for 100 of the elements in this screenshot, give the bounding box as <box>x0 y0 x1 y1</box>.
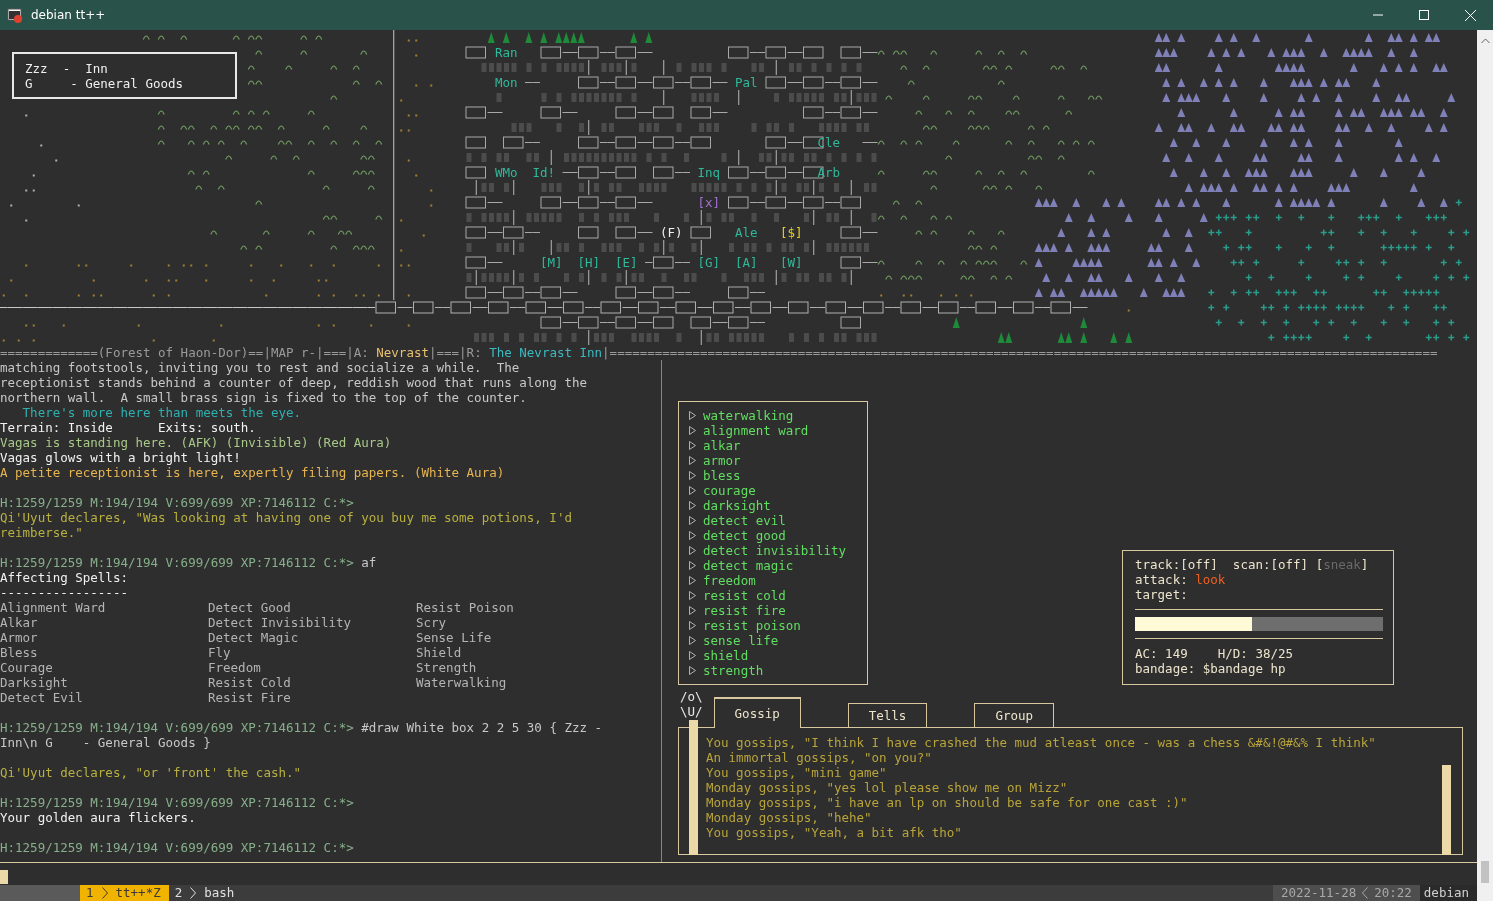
spell-item: bless <box>703 468 741 483</box>
window-tab[interactable]: 2 bash <box>168 885 243 901</box>
bullet-icon <box>689 426 696 435</box>
prompt-line: H:1259/1259 M:194/194 V:699/699 XP:7146112 C:*> <box>0 840 355 855</box>
map-label: (F) <box>660 224 683 240</box>
bullet-icon <box>689 486 696 495</box>
status-line-text: Nevrast <box>376 345 429 360</box>
bullet-icon <box>689 561 696 570</box>
chat-line: Monday gossips, "hehe" <box>706 810 873 825</box>
output-line: Terrain: Inside Exits: south. <box>0 420 257 435</box>
bullet-icon <box>689 441 696 450</box>
status-line-text: |===|R: <box>429 345 483 360</box>
logo-text: /o\ \U/ <box>680 689 703 719</box>
chat-line: You gossips, "mini game" <box>706 765 888 780</box>
bullet-icon <box>689 516 696 525</box>
output-line: Vagas is standing here. (AFK) (Invisible) (Red Aura) <box>0 435 393 450</box>
window-tab[interactable]: 1 tt++*Z <box>80 885 169 901</box>
spell-name: Freedom <box>208 660 262 675</box>
spell-name: Detect Invisibility <box>208 615 352 630</box>
output-line: ----------------- <box>0 585 129 600</box>
spell-item: freedom <box>703 573 756 588</box>
map-label: Mon <box>495 74 518 90</box>
spell-item: darksight <box>703 498 771 513</box>
date-text: 2022-11-28 <box>1280 885 1357 901</box>
prompt-line: H:1259/1259 M:194/194 V:699/699 XP:7146112 C:*> <box>0 495 355 510</box>
output-line: Qi'Uyut declares, "or 'front' the cash." <box>0 765 303 780</box>
spell-name: Resist Cold <box>208 675 292 690</box>
maximize-icon <box>1419 10 1429 20</box>
attack-value: look <box>1195 572 1226 587</box>
output-line: There's more here than meets the eye. <box>21 405 303 420</box>
bullet-icon <box>689 591 696 600</box>
map-label: Inq <box>697 164 721 180</box>
output-line: Your golden aura flickers. <box>0 810 197 825</box>
terminal-icon <box>7 7 23 23</box>
map-label: Pal <box>735 74 758 90</box>
chevron-icon <box>101 887 108 899</box>
bullet-icon <box>689 531 696 540</box>
spell-name: Sense Life <box>416 630 493 645</box>
spell-name: Armor <box>0 630 39 645</box>
spell-name: Alignment Ward <box>0 600 107 615</box>
spell-name: Fly <box>208 645 232 660</box>
prompt-line: H:1259/1259 M:194/194 V:699/699 XP:7146112 C:*> af <box>0 555 378 570</box>
spell-name: Resist Poison <box>416 600 515 615</box>
map-label: Ale <box>735 224 758 240</box>
output-line: matching footstools, inviting you to rest and socialize a while. The <box>0 360 521 375</box>
output-line: A petite receptionist is here, expertly filing papers. (White Aura) <box>0 465 506 480</box>
bullet-icon <box>689 501 696 510</box>
chat-tab[interactable]: Group <box>974 703 1054 727</box>
attack-label: attack: <box>1135 572 1188 587</box>
map-label: [x] <box>697 194 721 210</box>
scrollbar-thumb[interactable] <box>1481 861 1489 883</box>
output-line: reimberse." <box>0 525 84 540</box>
spell-item: detect magic <box>703 558 794 573</box>
spell-name: Waterwalking <box>416 675 508 690</box>
output-line: northern wall. A small brass sign is fixed to the top of the counter. <box>0 390 528 405</box>
spell-name: Darksight <box>0 675 69 690</box>
prompt-line: H:1259/1259 M:194/194 V:699/699 XP:7146112 C:*> #draw White box 2 2 5 30 { Zzz - <box>0 720 604 735</box>
status-line-text: |============================================================================================================== <box>602 345 1438 360</box>
map-label: [$] <box>780 224 803 240</box>
map-label: [M] <box>540 254 563 270</box>
spell-item: detect good <box>703 528 786 543</box>
spell-item: detect invisibility <box>703 543 846 558</box>
target-label: target: <box>1135 587 1188 602</box>
output-line: Qi'Uyut declares, "Was looking at having one of you buy me some potions, I'd <box>0 510 573 525</box>
chat-tab[interactable]: Tells <box>847 703 928 727</box>
scrollbar[interactable] <box>1477 30 1493 901</box>
spell-item: shield <box>703 648 749 663</box>
spell-item: resist fire <box>703 603 786 618</box>
bullet-icon <box>689 576 696 585</box>
armor-stats: AC: 149 H/D: 38/25 <box>1135 646 1294 661</box>
spell-item: waterwalking <box>703 408 794 423</box>
status-line-text: The Nevrast Inn <box>489 345 603 360</box>
map-label: WMo <box>495 164 518 180</box>
host-name: debian <box>1419 885 1477 901</box>
bullet-icon <box>689 471 696 480</box>
bullet-icon <box>689 621 696 630</box>
sneak-status: [sneak] <box>1315 557 1369 572</box>
chat-line: You gossips, "Yeah, a bit afk tho" <box>706 825 963 840</box>
spell-item: armor <box>703 453 741 468</box>
bullet-icon <box>689 666 696 675</box>
spell-name: Detect Good <box>208 600 292 615</box>
text-cursor <box>0 870 8 884</box>
output-line: Vagas glows with a bright light! <box>0 450 242 465</box>
spell-item: courage <box>703 483 756 498</box>
scrollbar[interactable] <box>1442 765 1451 855</box>
chat-line: Monday gossips, "yes lol please show me on Mizz" <box>706 780 1069 795</box>
chat-tab[interactable]: Gossip <box>713 697 801 728</box>
map-label: [E] <box>615 254 638 270</box>
spell-item: detect evil <box>703 513 786 528</box>
map-label: Ran <box>495 44 518 60</box>
map-label: [G] <box>697 254 721 270</box>
map-label: [A] <box>735 254 758 270</box>
spell-item: resist poison <box>703 618 801 633</box>
time-text: 20:22 <box>1374 885 1412 901</box>
spell-name: Courage <box>0 660 54 675</box>
chat-line: An immortal gossips, "on you?" <box>706 750 933 765</box>
spell-name: Resist Fire <box>208 690 292 705</box>
bullet-icon <box>689 456 696 465</box>
scrollbar[interactable] <box>689 720 698 855</box>
spell-item: sense life <box>703 633 779 648</box>
